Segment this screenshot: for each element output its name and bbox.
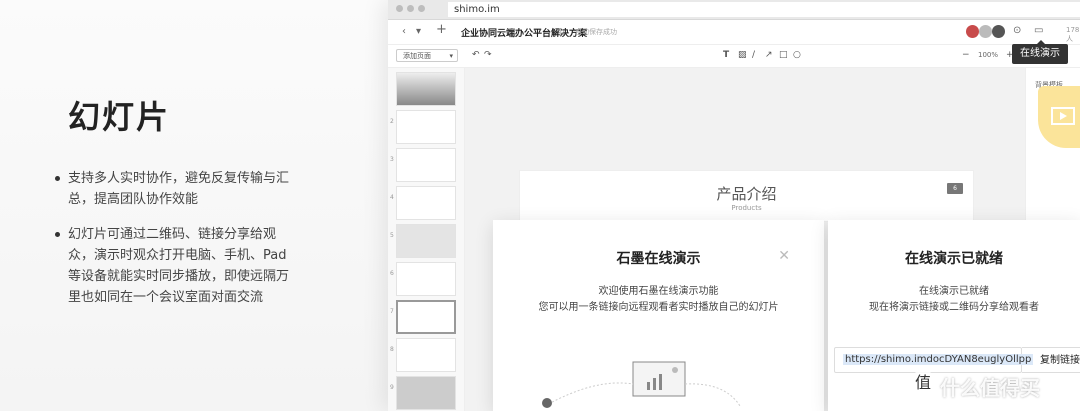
bullet-dot-icon [55, 176, 60, 181]
slide-thumbnail-selected[interactable] [396, 300, 456, 334]
avatar[interactable] [992, 25, 1005, 38]
play-video-icon[interactable] [1038, 86, 1080, 148]
avatar[interactable] [966, 25, 979, 38]
minimize-window-icon[interactable] [407, 5, 414, 12]
feature-panel: 幻灯片 支持多人实时协作，避免反复传输与汇总，提高团队协作效能 幻灯片可通过二维… [0, 0, 388, 411]
thumbnail-number: 5 [390, 232, 394, 239]
slide-thumbnail[interactable] [396, 186, 456, 220]
chevron-down-icon: ▾ [449, 52, 453, 60]
presentation-illustration [542, 361, 741, 408]
avatar[interactable] [979, 25, 992, 38]
thumbnail-number: 8 [390, 346, 394, 353]
slide-thumbnail[interactable] [396, 72, 456, 106]
document-title[interactable]: 企业协同云端办公平台解决方案 [461, 26, 587, 39]
slide-subtitle: Products [731, 204, 762, 212]
feature-bullet: 幻灯片可通过二维码、链接分享给观众，演示时观众打开电脑、手机、Pad等设备就能实… [55, 224, 293, 308]
image-tool-icon[interactable]: ▨ [738, 50, 747, 60]
slide-thumbnail[interactable] [396, 224, 456, 258]
redo-icon[interactable]: ↷ [484, 50, 492, 60]
slide-number-badge: 6 [947, 183, 963, 194]
dropdown-icon[interactable]: ▾ [416, 26, 421, 38]
add-page-label: 添加页面 [403, 52, 431, 60]
bullet-dot-icon [55, 232, 60, 237]
video-icon[interactable]: ▭ [1034, 25, 1043, 37]
circle-tool-icon[interactable]: ○ [793, 50, 801, 60]
slide-thumbnail[interactable] [396, 110, 456, 144]
thumbnail-number: 9 [390, 384, 394, 391]
editor-toolbar: 添加页面 ▾ ↶ ↷ T ▨ ∕ ↗ □ ○ − 100% + [388, 45, 1080, 68]
undo-icon[interactable]: ↶ [472, 50, 480, 60]
add-page-button[interactable]: 添加页面 ▾ [396, 49, 458, 62]
thumbnail-number: 7 [390, 308, 394, 315]
feature-title: 幻灯片 [68, 98, 171, 136]
dialog-text: 您可以用一条链接向远程观看者实时播放自己的幻灯片 [538, 302, 779, 313]
thumbnail-number: 3 [390, 156, 394, 163]
back-icon[interactable]: ‹ [402, 26, 406, 38]
share-link-url[interactable]: https://shimo.imdocDYAN8euglyOllpp [843, 354, 1034, 365]
copy-link-button[interactable]: 复制链接 [1022, 347, 1080, 373]
slide-thumbnail-list[interactable]: 2 3 4 5 6 7 8 9 [388, 68, 465, 411]
line-tool-icon[interactable]: ∕ [752, 50, 755, 60]
present-icon[interactable]: ⊙ [1013, 25, 1021, 37]
dialog-title: 在线演示已就绪 [905, 251, 1003, 267]
dialog-text: 在线演示已就绪 [919, 286, 989, 297]
zoom-level[interactable]: 100% [978, 51, 998, 59]
close-icon[interactable]: ✕ [778, 248, 790, 264]
slide-thumbnail[interactable] [396, 148, 456, 182]
feature-bullet-text: 支持多人实时协作，避免反复传输与汇总，提高团队协作效能 [68, 171, 290, 207]
thumbnail-number: 6 [390, 270, 394, 277]
address-bar[interactable]: shimo.im [448, 2, 1080, 17]
present-tooltip: 在线演示 [1012, 40, 1068, 64]
shape-tool-icon[interactable]: □ [779, 50, 788, 60]
slide-thumbnail[interactable] [396, 376, 456, 410]
feature-bullet: 支持多人实时协作，避免反复传输与汇总，提高团队协作效能 [55, 168, 293, 210]
dialog-text: 欢迎使用石墨在线演示功能 [598, 286, 719, 297]
watermark-logo-icon: 值 [910, 370, 936, 396]
arrow-tool-icon[interactable]: ↗ [765, 50, 773, 60]
text-tool-icon[interactable]: T [723, 50, 729, 60]
browser-window: shimo.im ‹ ▾ + 企业协同云端办公平台解决方案 ▯ 自动保存成功 ⊙… [388, 0, 1080, 411]
feature-bullet-text: 幻灯片可通过二维码、链接分享给观众，演示时观众打开电脑、手机、Pad等设备就能实… [68, 227, 290, 305]
viewer-count: 178人 [1066, 26, 1080, 43]
browser-titlebar: shimo.im [388, 0, 1080, 20]
slide-thumbnail[interactable] [396, 338, 456, 372]
online-presentation-intro-dialog: 石墨在线演示 ✕ 欢迎使用石墨在线演示功能 您可以用一条链接向远程观看者实时播放… [493, 220, 824, 411]
maximize-window-icon[interactable] [418, 5, 425, 12]
zoom-out-icon[interactable]: − [962, 50, 970, 60]
thumbnail-number: 4 [390, 194, 394, 201]
slide-title: 产品介绍 [716, 185, 777, 203]
autosave-status: 自动保存成功 [575, 28, 617, 36]
app-header: ‹ ▾ + 企业协同云端办公平台解决方案 ▯ 自动保存成功 ⊙ ▭ 178人 [388, 20, 1080, 45]
star-icon[interactable]: ▯ [560, 26, 564, 38]
thumbnail-number: 2 [390, 118, 394, 125]
current-slide[interactable]: 产品介绍 Products 6 [519, 170, 974, 222]
dialog-title: 石墨在线演示 [616, 251, 701, 267]
add-icon[interactable]: + [436, 23, 447, 36]
play-icon [1051, 107, 1075, 125]
watermark-text: 什么值得买 [940, 376, 1040, 400]
close-window-icon[interactable] [396, 5, 403, 12]
share-link-field[interactable]: https://shimo.imdocDYAN8euglyOllpp [834, 347, 1034, 373]
dialog-text: 现在将演示链接或二维码分享给观看者 [869, 302, 1039, 313]
slide-thumbnail[interactable] [396, 262, 456, 296]
